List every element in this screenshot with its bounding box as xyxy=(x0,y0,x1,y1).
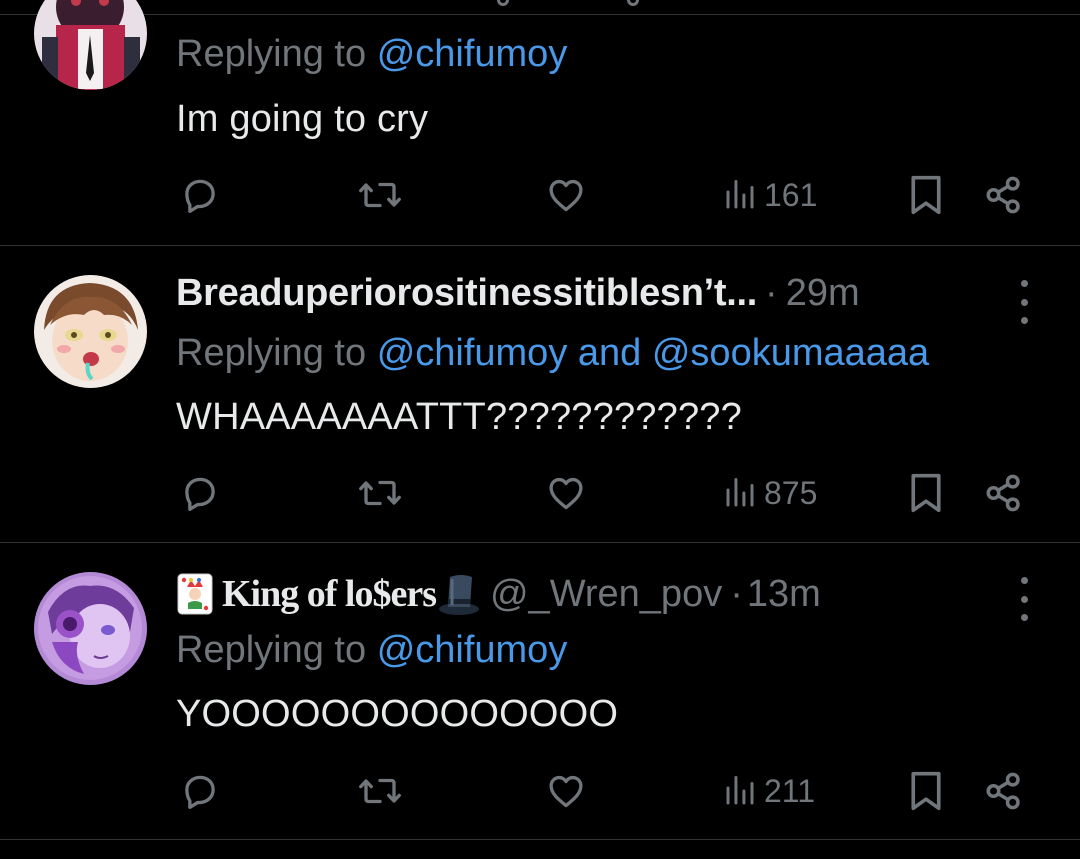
tweet-header: Breaduperiorositinessitiblesn’t... · 29m xyxy=(176,270,860,316)
avatar-image xyxy=(34,572,147,685)
share-button[interactable] xyxy=(983,170,1025,220)
reply-button[interactable] xyxy=(179,468,221,518)
share-icon xyxy=(986,474,1020,512)
retweet-icon xyxy=(359,778,401,804)
tweet-2[interactable]: Breaduperiorositinessitiblesn’t... · 29m… xyxy=(0,246,1080,543)
display-name[interactable]: King of lo$ers xyxy=(222,572,437,616)
bookmark-button[interactable] xyxy=(906,766,946,816)
retweet-icon xyxy=(359,182,401,208)
mention-link[interactable]: @chifumoy xyxy=(377,629,568,671)
views-chart-icon xyxy=(726,478,754,507)
tweet-text: Im going to cry xyxy=(176,98,429,140)
share-button[interactable] xyxy=(983,766,1025,816)
heart-icon xyxy=(549,477,583,510)
replying-to: Replying to @chifumoy xyxy=(176,33,567,76)
replying-to-label: Replying to xyxy=(176,33,367,75)
joker-card-emoji xyxy=(177,573,213,615)
replying-to-label: Replying to xyxy=(176,332,367,374)
handle[interactable]: @_Wren_pov xyxy=(490,573,722,616)
heart-icon xyxy=(549,179,583,212)
like-button[interactable] xyxy=(545,170,587,220)
mention-link[interactable]: @sookumaaaaa xyxy=(652,332,929,374)
views-stat[interactable]: 211 xyxy=(722,766,815,816)
bookmark-button[interactable] xyxy=(906,468,946,518)
replying-to-label: Replying to xyxy=(176,629,367,671)
bookmark-button[interactable] xyxy=(906,170,946,220)
action-bar: 161 xyxy=(0,170,1080,220)
views-count: 161 xyxy=(764,176,818,213)
avatar-image xyxy=(34,275,147,388)
action-bar: 875 xyxy=(0,468,1080,518)
tweet-3[interactable]: King of lo$ers @_Wren_pov · 13m Replying… xyxy=(0,543,1080,840)
reply-icon xyxy=(185,477,215,511)
replying-to: Replying to @chifumoy and @sookumaaaaa xyxy=(176,332,929,375)
retweet-button[interactable] xyxy=(357,468,403,518)
mention-link[interactable]: @chifumoy and @sookumaaaaa xyxy=(377,332,929,374)
timestamp[interactable]: 29m xyxy=(786,272,860,315)
reply-button[interactable] xyxy=(179,766,221,816)
reply-button[interactable] xyxy=(179,170,221,220)
avatar-image xyxy=(34,0,147,90)
avatar[interactable] xyxy=(34,0,147,90)
reply-feed: Replying to @chifumoy Im going to cry 16… xyxy=(0,0,1080,859)
tweet-divider xyxy=(0,839,1080,840)
more-vertical-icon xyxy=(1020,577,1028,584)
more-options-button[interactable] xyxy=(1014,577,1034,621)
heart-icon xyxy=(549,775,583,808)
bookmark-icon xyxy=(911,771,941,811)
views-stat[interactable]: 875 xyxy=(722,468,817,518)
separator: · xyxy=(730,572,743,615)
tweet-1[interactable]: Replying to @chifumoy Im going to cry 16… xyxy=(0,0,1080,246)
retweet-button[interactable] xyxy=(357,766,403,816)
avatar[interactable] xyxy=(34,275,147,388)
views-chart-icon xyxy=(726,180,754,209)
views-count: 211 xyxy=(764,772,816,809)
reply-icon xyxy=(185,179,215,213)
separator: · xyxy=(765,271,778,314)
timestamp[interactable]: 13m xyxy=(747,573,821,616)
more-vertical-icon xyxy=(1020,280,1028,287)
avatar[interactable] xyxy=(34,572,147,685)
like-button[interactable] xyxy=(545,468,587,518)
views-count: 875 xyxy=(764,474,818,511)
top-hat-emoji xyxy=(438,575,479,615)
display-name[interactable]: Breaduperiorositinessitiblesn’t... xyxy=(176,272,757,315)
retweet-button[interactable] xyxy=(357,170,403,220)
replying-to: Replying to @chifumoy xyxy=(176,629,567,672)
reply-icon xyxy=(185,775,215,809)
share-icon xyxy=(986,772,1020,810)
tweet-text: WHAAAAAAATTT???????????? xyxy=(176,396,742,438)
mention-conjunction: and xyxy=(567,332,652,374)
share-button[interactable] xyxy=(983,468,1025,518)
views-stat[interactable]: 161 xyxy=(722,170,817,220)
tweet-header: King of lo$ers @_Wren_pov · 13m xyxy=(176,571,821,617)
bookmark-icon xyxy=(911,473,941,513)
mention-link[interactable]: @chifumoy xyxy=(377,332,568,374)
tweet-text: YOOOOOOOOOOOOOO xyxy=(176,693,619,735)
more-options-button[interactable] xyxy=(1014,280,1034,324)
retweet-icon xyxy=(359,480,401,506)
views-chart-icon xyxy=(726,776,754,805)
like-button[interactable] xyxy=(545,766,587,816)
mention-link[interactable]: @chifumoy xyxy=(377,33,568,75)
share-icon xyxy=(986,176,1020,214)
bookmark-icon xyxy=(911,175,941,215)
action-bar: 211 xyxy=(0,766,1080,816)
